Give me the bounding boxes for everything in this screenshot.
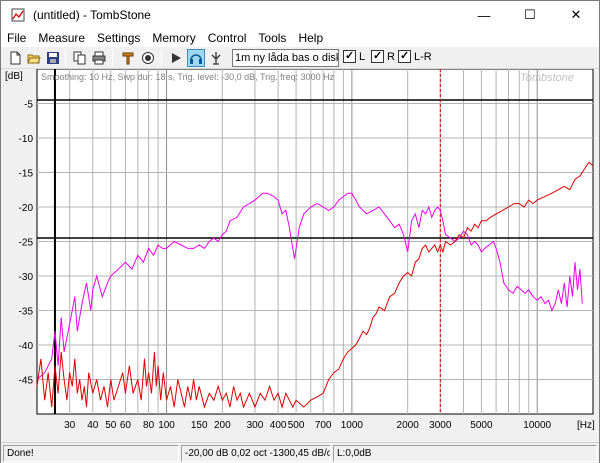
toolbar-separator	[65, 50, 66, 66]
x-tick-label: 300	[247, 420, 264, 431]
menu-settings[interactable]: Settings	[91, 31, 146, 45]
frequency-response-chart[interactable]: [dB] Smoothing: 10 Hz, Swp dur: 18 s, Tr…	[1, 68, 599, 441]
x-tick-labels: 30 40 50 60 80 100 150 200 300 400 500 700 1000 2000 3…	[64, 420, 551, 431]
y-unit-label: [dB]	[5, 71, 23, 82]
menu-measure[interactable]: Measure	[32, 31, 91, 45]
x-tick-label: 100	[158, 420, 175, 431]
x-tick-label: 3000	[429, 420, 452, 431]
x-tick-label: 150	[191, 420, 208, 431]
menu-bar: File Measure Settings Memory Control Too…	[1, 29, 599, 47]
watermark: Tombstone	[520, 72, 574, 84]
plot-area[interactable]: [dB] Smoothing: 10 Hz, Swp dur: 18 s, Tr…	[1, 68, 599, 441]
x-tick-label: 40	[87, 420, 99, 431]
toolbar: 1m ny låda bas o diskan L R L-R	[1, 47, 599, 69]
checkbox-box[interactable]	[398, 49, 411, 63]
y-tick-label: -10	[19, 134, 34, 145]
description-field[interactable]: 1m ny låda bas o diskan	[232, 49, 339, 67]
save-icon[interactable]	[44, 49, 62, 67]
new-file-icon[interactable]	[6, 49, 24, 67]
x-tick-label: 1000	[341, 420, 364, 431]
toolbar-separator	[112, 50, 113, 66]
x-unit-label: [Hz]	[577, 420, 595, 431]
open-folder-icon[interactable]	[25, 49, 43, 67]
checkbox-box[interactable]	[343, 49, 356, 63]
checkbox-lr[interactable]: L-R	[398, 49, 432, 63]
x-tick-label: 700	[315, 420, 332, 431]
status-cursor-readout: -20,00 dB 0,02 oct -1300,45 dB/oc	[181, 445, 331, 462]
y-tick-label: -15	[19, 169, 34, 180]
y-tick-label: -45	[19, 376, 34, 387]
status-level: L:0,0dB	[333, 445, 597, 462]
x-tick-label: 2000	[397, 420, 420, 431]
window-title: (untitled) - TombStone	[33, 8, 151, 22]
menu-control[interactable]: Control	[202, 31, 253, 45]
y-tick-label: -30	[19, 272, 34, 283]
antenna-icon[interactable]	[207, 49, 225, 67]
y-tick-label: -35	[19, 307, 34, 318]
status-message: Done!	[3, 445, 179, 462]
menu-tools[interactable]: Tools	[252, 31, 292, 45]
target-icon[interactable]	[139, 49, 157, 67]
maximize-button[interactable]: ☐	[507, 1, 553, 29]
menu-file[interactable]: File	[1, 31, 32, 45]
headphone-icon[interactable]	[187, 49, 205, 67]
print-icon[interactable]	[90, 49, 108, 67]
status-bar: Done! -20,00 dB 0,02 oct -1300,45 dB/oc …	[1, 442, 599, 463]
title-bar: (untitled) - TombStone — ☐ ✕	[1, 1, 599, 29]
toolbar-separator	[161, 50, 162, 66]
x-tick-label: 60	[120, 420, 132, 431]
x-tick-label: 400	[270, 420, 287, 431]
checkbox-box[interactable]	[371, 49, 384, 63]
app-icon	[11, 8, 25, 22]
checkbox-l[interactable]: L	[343, 49, 366, 63]
x-tick-label: 30	[64, 420, 76, 431]
x-tick-label: 50	[105, 420, 117, 431]
probe-icon[interactable]	[119, 49, 137, 67]
y-tick-label: -40	[19, 341, 34, 352]
x-tick-label: 5000	[470, 420, 493, 431]
y-tick-labels: -5 -10 -15 -20 -25 -30 -35 -40 -45	[19, 100, 34, 387]
x-tick-label: 500	[288, 420, 305, 431]
y-tick-label: -25	[19, 238, 34, 249]
checkbox-label: R	[387, 50, 395, 63]
x-tick-label: 200	[214, 420, 231, 431]
y-tick-label: -5	[24, 100, 33, 111]
y-tick-label: -20	[19, 203, 34, 214]
x-tick-label: 80	[143, 420, 155, 431]
play-icon[interactable]	[167, 49, 185, 67]
x-tick-label: 10000	[523, 420, 551, 431]
checkbox-label: L-R	[414, 50, 432, 63]
plot-info-text: Smoothing: 10 Hz, Swp dur: 18 s, Trig. l…	[41, 72, 335, 82]
close-button[interactable]: ✕	[553, 1, 599, 29]
minimize-button[interactable]: —	[461, 1, 507, 29]
checkbox-r[interactable]: R	[371, 49, 395, 63]
menu-help[interactable]: Help	[292, 31, 329, 45]
copy-icon[interactable]	[71, 49, 89, 67]
checkbox-label: L	[359, 50, 366, 63]
app-window: (untitled) - TombStone — ☐ ✕ File Measur…	[0, 0, 600, 463]
menu-memory[interactable]: Memory	[146, 31, 201, 45]
